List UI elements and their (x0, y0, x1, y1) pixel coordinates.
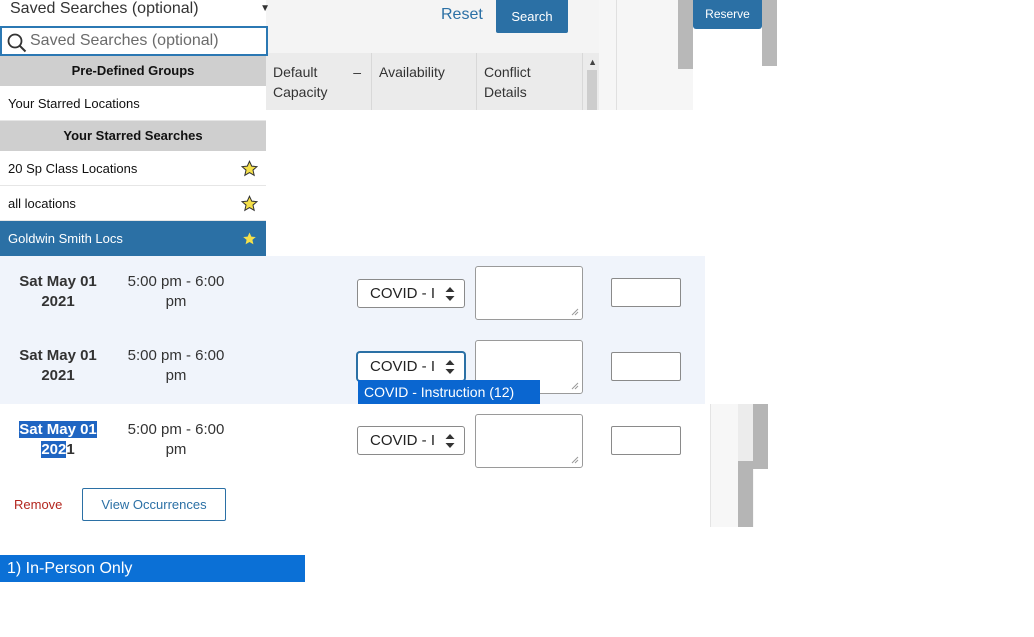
search-icon (7, 33, 27, 53)
unselected-text: 1 (66, 441, 75, 458)
group-header-starred-searches: Your Starred Searches (0, 121, 266, 151)
dropdown-option-in-person-only[interactable]: 1) In-Person Only (0, 555, 305, 582)
column-label: Default Capacity (273, 64, 328, 100)
scrollbar-thumb[interactable] (587, 70, 597, 110)
saved-searches-label: Saved Searches (optional) (10, 0, 199, 17)
star-icon[interactable] (241, 230, 258, 247)
select-value: COVID - I (370, 432, 436, 449)
remove-link[interactable]: Remove (14, 497, 62, 512)
occurrence-date: Sat May 01 2021 (19, 421, 97, 458)
menu-item-label: Goldwin Smith Locs (8, 231, 123, 246)
status-select[interactable]: COVID - I (357, 279, 465, 308)
chevron-down-icon: ▼ (260, 3, 270, 14)
group-header-predefined: Pre-Defined Groups (0, 56, 266, 86)
star-icon[interactable] (241, 195, 258, 212)
occurrence-time: 5:00 pm - 6:00 pm (127, 273, 225, 310)
dropdown-option-covid-instruction[interactable]: COVID - Instruction (12) (358, 380, 540, 404)
occurrence-time: 5:00 pm - 6:00 pm (127, 421, 225, 458)
occurrence-date: Sat May 01 2021 (19, 347, 97, 384)
star-icon[interactable] (241, 160, 258, 177)
menu-item-label: Your Starred Locations (8, 96, 140, 111)
saved-searches-input[interactable] (30, 30, 260, 52)
column-default-capacity[interactable]: Default Capacity – (266, 53, 372, 110)
count-input[interactable] (611, 352, 681, 381)
select-arrows-icon (445, 360, 455, 374)
scrollbar-track[interactable] (762, 0, 777, 66)
select-arrows-icon (445, 434, 455, 448)
reserve-button[interactable]: Reserve (693, 0, 762, 29)
saved-searches-search-box[interactable] (0, 26, 268, 56)
menu-item-goldwin-smith-locs[interactable]: Goldwin Smith Locs (0, 221, 266, 256)
reset-link[interactable]: Reset (441, 6, 483, 24)
count-input[interactable] (611, 426, 681, 455)
select-arrows-icon (445, 287, 455, 301)
column-conflict-details[interactable]: Conflict Details (477, 53, 583, 110)
occurrence-time: 5:00 pm - 6:00 pm (127, 347, 225, 384)
column-label: Availability (379, 64, 445, 80)
count-input[interactable] (611, 278, 681, 307)
menu-item-your-starred-locations[interactable]: Your Starred Locations (0, 86, 266, 121)
results-column-header: Default Capacity – Availability Conflict… (266, 53, 599, 110)
menu-item-all-locations[interactable]: all locations (0, 186, 266, 221)
resize-grip-icon[interactable] (571, 382, 579, 390)
sort-indicator: – (353, 64, 361, 80)
scrollbar-track[interactable] (678, 0, 693, 69)
menu-item-label: all locations (8, 196, 76, 211)
comments-textarea[interactable] (475, 414, 583, 468)
search-button[interactable]: Search (496, 0, 568, 33)
scrollbar-thumb[interactable] (738, 404, 753, 461)
view-occurrences-button[interactable]: View Occurrences (82, 488, 226, 521)
saved-searches-select[interactable]: Saved Searches (optional) ▼ (0, 0, 270, 20)
select-value: COVID - I (370, 285, 436, 302)
select-value: COVID - I (370, 358, 436, 375)
resize-grip-icon[interactable] (571, 456, 579, 464)
occurrence-date: Sat May 01 2021 (19, 273, 97, 310)
resize-grip-icon[interactable] (571, 308, 579, 316)
menu-item-label: 20 Sp Class Locations (8, 161, 138, 176)
scrollbar-track[interactable] (753, 404, 768, 469)
column-availability[interactable]: Availability (372, 53, 477, 110)
status-select[interactable]: COVID - I (357, 426, 465, 455)
scroll-up-icon[interactable]: ▲ (588, 57, 597, 67)
selected-text: 202 (41, 441, 67, 458)
menu-item-20-sp-class-locations[interactable]: 20 Sp Class Locations (0, 151, 266, 186)
side-panel (599, 0, 693, 110)
column-label: Conflict Details (484, 64, 531, 100)
panel-divider (616, 0, 617, 110)
status-select[interactable]: COVID - I (357, 352, 465, 381)
comments-textarea[interactable] (475, 266, 583, 320)
